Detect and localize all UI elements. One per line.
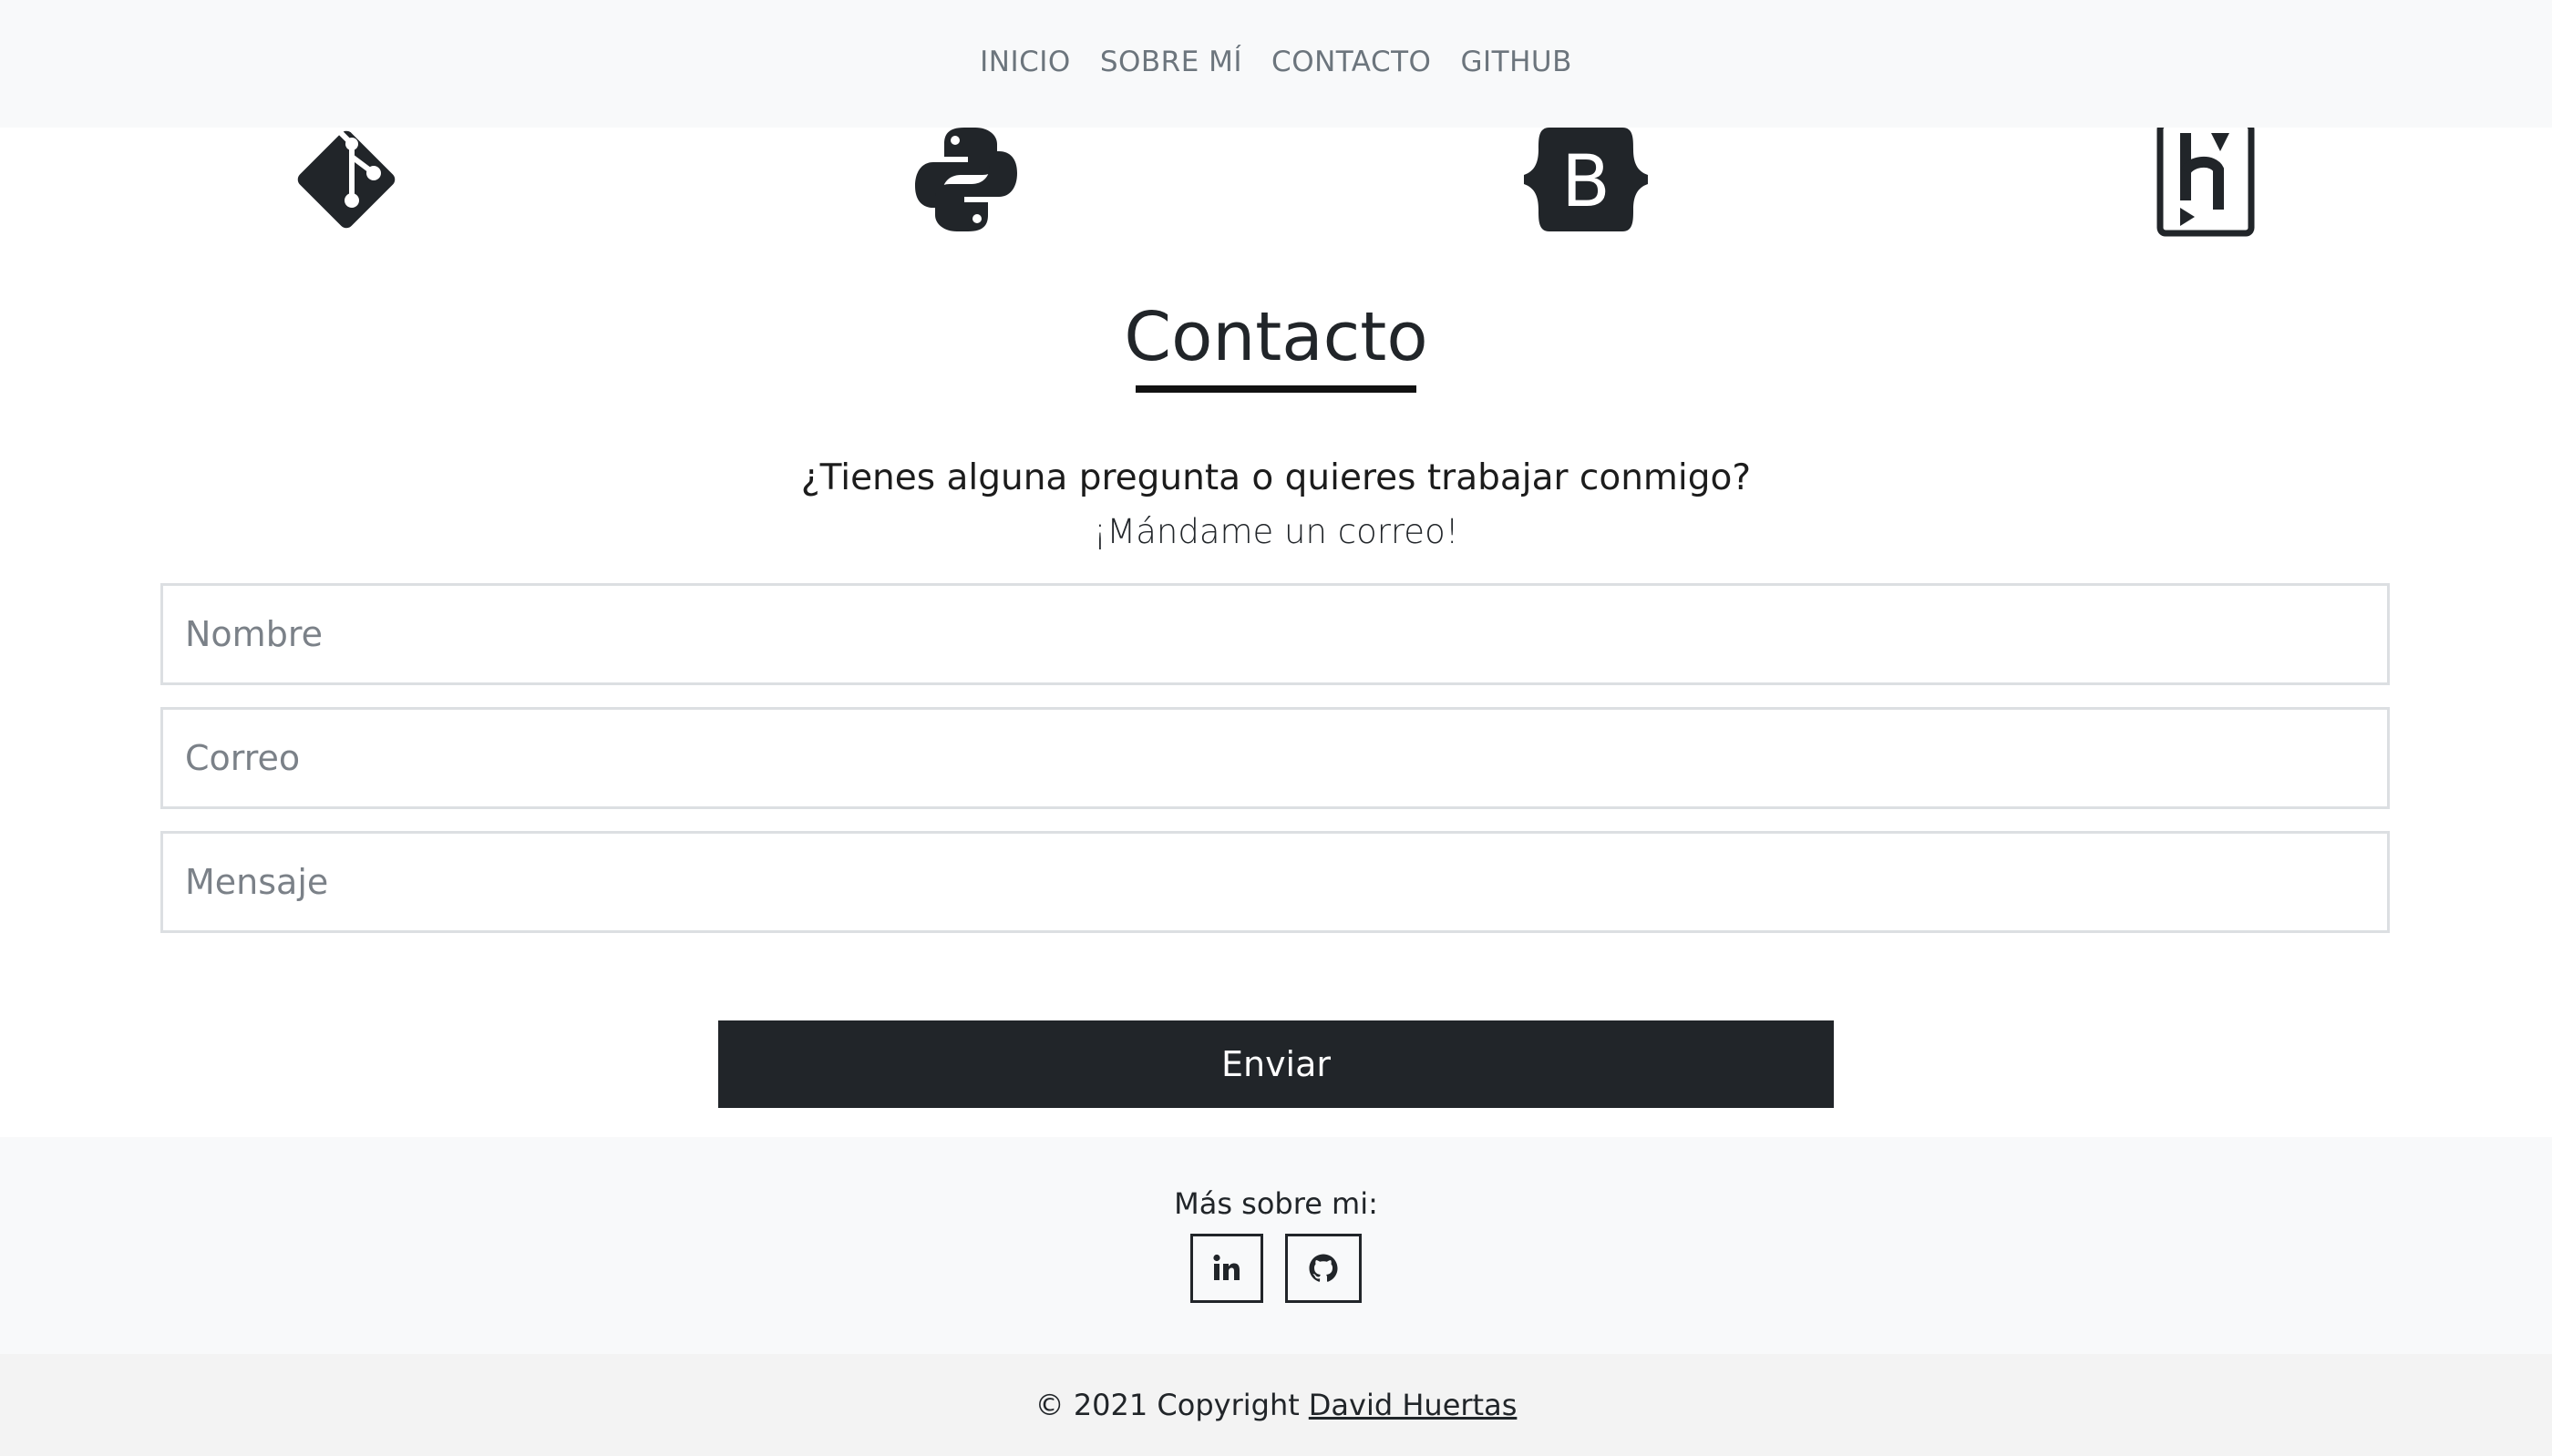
github-button[interactable] xyxy=(1285,1234,1362,1303)
message-field[interactable] xyxy=(160,831,2390,933)
contact-title: Contacto xyxy=(1124,298,1428,376)
nav-link-contacto[interactable]: CONTACTO xyxy=(1271,46,1431,78)
contact-lead-text: ¿Tienes alguna pregunta o quieres trabaj… xyxy=(800,457,1752,498)
svg-text:B: B xyxy=(1561,141,1610,223)
copyright-bar: © 2021 Copyright David Huertas xyxy=(0,1354,2552,1456)
python-icon xyxy=(911,120,1021,239)
footer-label: Más sobre mi: xyxy=(1174,1186,1378,1221)
contact-sub-text: ¡Mándame un correo! xyxy=(1093,512,1459,551)
copyright-text: © 2021 Copyright xyxy=(1034,1388,1300,1422)
skills-row: B xyxy=(0,109,2552,237)
nav-link-sobre-mi[interactable]: SOBRE MÍ xyxy=(1100,46,1242,78)
submit-button[interactable]: Enviar xyxy=(718,1020,1834,1108)
nav-link-inicio[interactable]: INICIO xyxy=(980,46,1071,78)
title-underline xyxy=(1136,385,1416,393)
git-icon xyxy=(292,120,401,239)
email-field[interactable] xyxy=(160,707,2390,809)
bootstrap-icon: B xyxy=(1520,120,1652,239)
nav-link-github[interactable]: GITHUB xyxy=(1460,46,1571,78)
footer: Más sobre mi: xyxy=(0,1137,2552,1354)
name-field[interactable] xyxy=(160,583,2390,685)
author-link[interactable]: David Huertas xyxy=(1309,1388,1518,1422)
github-icon xyxy=(1308,1253,1339,1284)
linkedin-icon xyxy=(1211,1253,1242,1284)
heroku-icon xyxy=(2151,120,2260,239)
top-navbar: INICIO SOBRE MÍ CONTACTO GITHUB xyxy=(0,0,2552,128)
linkedin-button[interactable] xyxy=(1190,1234,1263,1303)
